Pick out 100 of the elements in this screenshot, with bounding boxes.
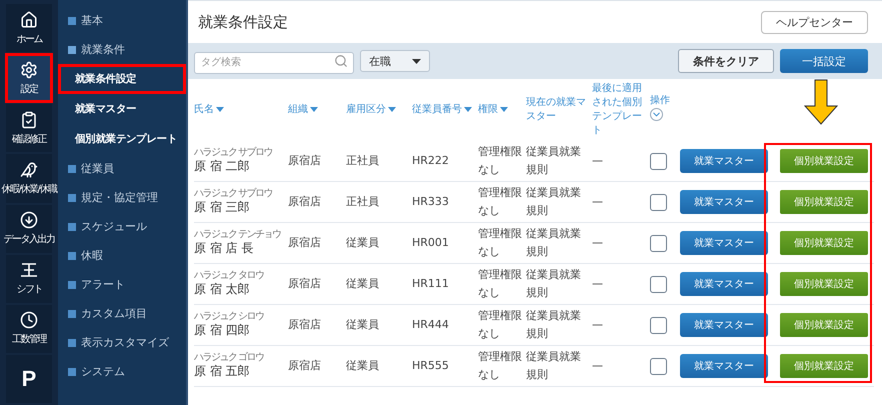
employee-name: 原 宿 店 長 [194,240,254,256]
status-dropdown[interactable]: 在職 [360,50,430,72]
nav-section[interactable]: アラート [58,270,186,299]
table-cell-text: HR555 [412,358,450,374]
name-reading: ハラジュク サブロウ [194,148,274,158]
work-master-button[interactable]: 就業マスター [680,272,768,296]
nav-section[interactable]: 休暇 [58,241,186,270]
row-checkbox[interactable] [650,358,667,374]
table-cell-text: 従業員就業規則 [526,144,582,178]
column-header: 操作 [650,94,680,126]
employee-name: 原 宿 二郎 [194,158,251,174]
individual-settings-button[interactable]: 個別就業設定 [780,190,868,214]
work-master-button[interactable]: 就業マスター [680,149,768,173]
table-cell-text: HR333 [412,194,450,210]
work-master-button[interactable]: 就業マスター [680,231,768,255]
search-field[interactable]: タグ検索 [194,52,354,74]
table-cell-text: 正社員 [346,194,380,210]
nav-section[interactable]: 基本 [58,6,186,35]
rail-item[interactable]: データ入出力 [6,204,52,253]
table-cell-text: 原宿店 [288,153,322,170]
table-cell-text: 管理権限なし [478,267,523,301]
table-cell-text: 正社員 [346,153,380,170]
row-checkbox[interactable] [650,194,667,210]
row-checkbox[interactable] [650,234,667,252]
individual-settings-button[interactable]: 個別就業設定 [780,272,868,296]
page-title: 就業条件設定 [198,12,288,32]
table-cell-text: HR444 [412,317,450,334]
rail-label: 確認修正 [12,132,46,146]
bird-icon [20,160,38,179]
table-cell-text: HR001 [412,235,450,252]
individual-settings-button[interactable]: 個別就業設定 [780,231,868,255]
work-master-button[interactable]: 就業マスター [680,354,768,378]
nav-section[interactable]: スケジュール [58,212,186,241]
nav-section[interactable]: 従業員 [58,154,186,183]
nav-section-label: システム [81,364,125,379]
table-cell-text: 従業員就業規則 [526,308,582,342]
employee-name: 原 宿 太郎 [194,280,251,298]
search-icon [334,54,348,68]
nav-item[interactable]: 就業マスター [58,94,186,124]
column-header[interactable]: 従業員番号 [412,103,478,117]
work-master-button[interactable]: 就業マスター [680,190,768,214]
name-reading: ハラジュク サブロウ [194,188,274,198]
employee-name: 原 宿 四郎 [194,322,251,338]
table-cell-text: 従業員 [346,235,380,252]
table-cell-text: — [592,194,604,210]
nav-section[interactable]: カスタム項目 [58,299,186,328]
rail-item[interactable]: 工数管理 [6,304,52,353]
table-cell-text: 従業員就業規則 [526,226,582,260]
table-cell-text: 管理権限なし [478,144,523,178]
down-arrow [804,79,838,125]
table-cell-text: 原宿店 [288,194,322,210]
column-header[interactable]: 権限 [478,103,526,117]
table-cell-text: 従業員 [346,276,380,292]
individual-settings-button[interactable]: 個別就業設定 [780,354,868,378]
nav-item[interactable]: 個別就業テンプレート [58,124,186,154]
table-cell-text: 従業員 [346,358,380,374]
nav-section[interactable]: 就業条件 [58,35,186,64]
clear-button[interactable]: 条件をクリア [678,49,774,73]
nav-section[interactable]: 表示カスタマイズ [58,328,186,357]
rail-item[interactable]: P [6,354,52,403]
individual-settings-button[interactable]: 個別就業設定 [780,149,868,173]
nav-section[interactable]: 規定・協定管理 [58,183,186,212]
rail-item[interactable]: ホーム [6,4,52,52]
table-cell-text: HR111 [412,276,450,292]
rail-label: 休暇/休業/休職 [2,182,56,196]
employee-name: 原 宿 五郎 [194,362,251,380]
work-master-button[interactable]: 就業マスター [680,313,768,337]
table-cell-text: — [592,153,604,170]
nav-section-label: 休暇 [81,248,103,263]
table-cell-text: 従業員就業規則 [526,267,582,301]
nav-section-label: 基本 [81,13,103,28]
nav-section[interactable]: システム [58,357,186,386]
rail-label: 設定 [20,82,38,96]
nav-section-label: 規定・協定管理 [81,190,158,205]
row-checkbox[interactable] [650,152,667,170]
bars-icon [20,261,38,280]
table-cell-text: 管理権限なし [478,308,523,342]
bulk-settings-button[interactable]: 一括設定 [780,49,868,73]
caret-icon [412,58,421,64]
table-cell-text: — [592,235,604,252]
rail-item[interactable]: シフト [6,254,52,303]
employee-name: 原 宿 三郎 [194,198,251,216]
rail-item[interactable]: 設定 [6,54,52,102]
row-checkbox[interactable] [650,276,667,292]
individual-settings-button[interactable]: 個別就業設定 [780,313,868,337]
name-reading: ハラジュク タロウ [194,270,265,280]
nav-item[interactable]: 就業条件設定 [58,64,186,94]
row-checkbox[interactable] [650,316,667,334]
table-cell-text: 管理権限なし [478,226,523,260]
table-cell-text: HR222 [412,153,450,170]
download-icon [20,211,38,230]
nav-section-label: 就業条件 [81,42,125,57]
table-cell-text: 原宿店 [288,358,322,374]
settings-icon [20,60,38,79]
table-cell-text: 原宿店 [288,276,322,292]
table-cell-text: — [592,358,604,374]
rail-item[interactable]: 確認修正 [6,104,52,152]
help-button[interactable]: ヘルプセンター [761,10,868,34]
column-header[interactable]: 組織 [288,103,346,117]
name-reading: ハラジュク シロウ [194,312,265,322]
